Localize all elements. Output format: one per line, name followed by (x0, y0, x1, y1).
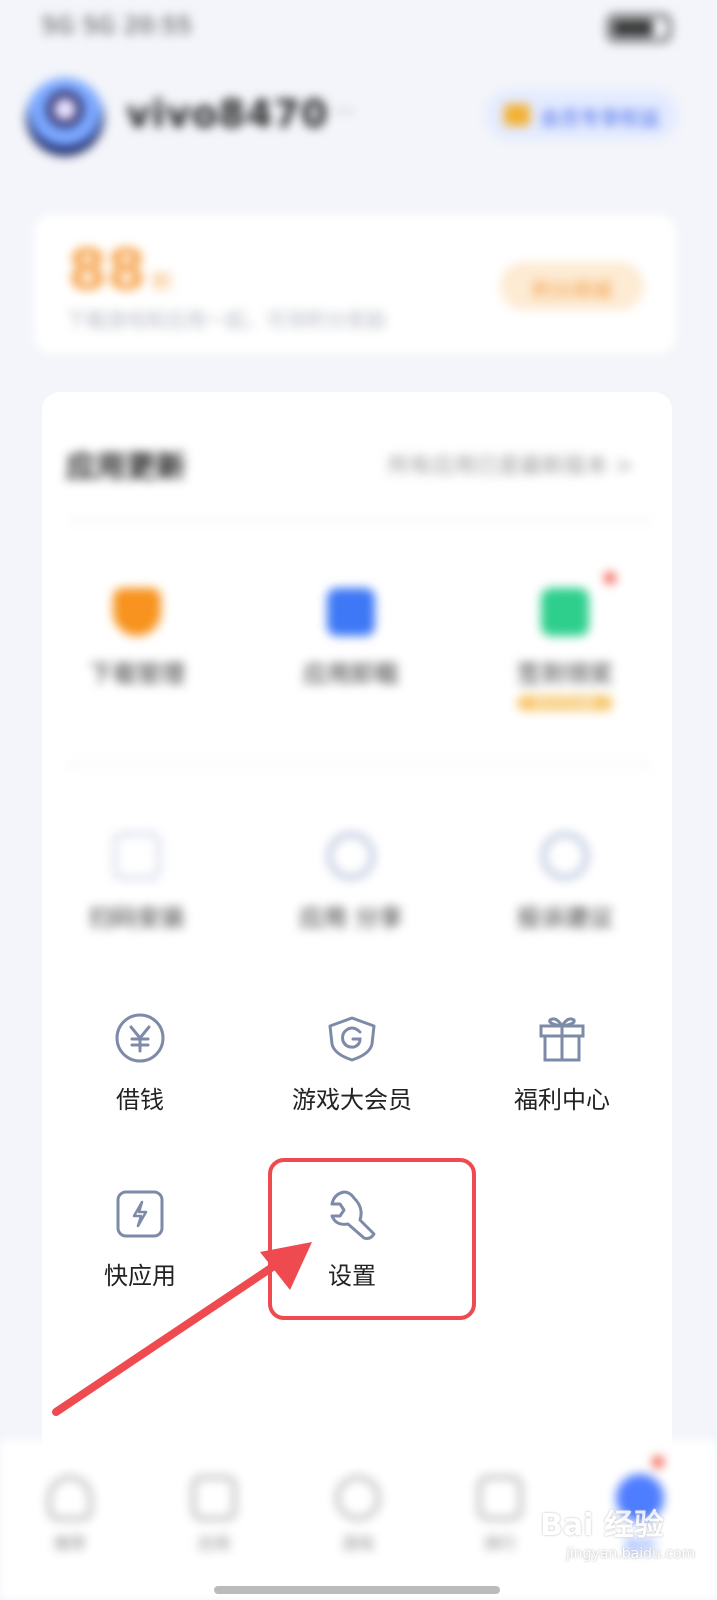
watermark-url: jingyan.baidu.com (566, 1546, 696, 1562)
heart-icon (48, 1476, 92, 1520)
points-card: 88 积 下载游戏和应用一起，可领积分奖励 积分商城 (34, 214, 676, 354)
tab-label: 排行 (483, 1534, 516, 1553)
download-icon (113, 588, 161, 636)
avatar[interactable] (26, 78, 104, 156)
vip-icon (504, 104, 530, 126)
trash-icon (327, 588, 375, 636)
apps-icon (192, 1476, 236, 1520)
tab-label: 推荐 (53, 1534, 86, 1553)
grid-label: 应用卸载 (303, 660, 399, 688)
download-manager[interactable]: 下载管理 (42, 588, 232, 689)
tab-games[interactable]: 游戏 (318, 1476, 398, 1554)
battery-icon (607, 14, 671, 42)
apps-section: 应用更新 所有应用已是最新版本 > 下载管理 应用卸载 签到领奖 积分可兑换 扫… (42, 392, 672, 952)
tab-recommend[interactable]: 推荐 (30, 1476, 110, 1554)
gift-icon (541, 588, 589, 636)
app-share[interactable]: 应用 分享 (256, 832, 446, 933)
vip-button-label: 会员专享权益 (540, 106, 660, 130)
gamepad-icon (336, 1476, 380, 1520)
home-indicator (214, 1586, 500, 1594)
section-title: 应用更新 (66, 450, 186, 485)
tab-apps[interactable]: 应用 (174, 1476, 254, 1554)
menu-label: 游戏大会员 (292, 1086, 412, 1114)
tab-rank[interactable]: 排行 (460, 1476, 540, 1554)
yen-icon (115, 1013, 165, 1063)
app-uninstall[interactable]: 应用卸载 (256, 588, 446, 689)
divider (66, 520, 652, 522)
points-mall-label: 积分商城 (532, 278, 612, 302)
pointer-arrow (52, 1242, 312, 1416)
grid-label: 投诉建议 (517, 904, 613, 932)
tab-label: 游戏 (341, 1534, 374, 1553)
chat-icon (541, 832, 589, 880)
username-more: ··· (334, 100, 355, 125)
points-unit: 积 (152, 270, 172, 294)
menu-item-borrow[interactable]: 借钱 (30, 1010, 250, 1115)
vip-button[interactable]: 会员专享权益 (486, 90, 678, 140)
grid-label: 签到领奖 (517, 660, 613, 688)
game-g-icon (328, 1016, 376, 1062)
menu-item-welfare[interactable]: 福利中心 (452, 1010, 672, 1115)
grid-label: 下载管理 (89, 660, 185, 688)
grid-label: 应用 分享 (299, 904, 403, 932)
grid-label: 扫码安装 (89, 904, 185, 932)
watermark: Bai 经验 (540, 1508, 664, 1543)
status-left-text: 5G 5G 20:55 (42, 14, 193, 39)
status-bar: 5G 5G 20:55 (0, 0, 717, 60)
gift-box-icon (539, 1017, 585, 1062)
divider (66, 764, 652, 766)
username[interactable]: vivo8470 (126, 92, 328, 136)
qr-icon (113, 832, 161, 880)
menu-item-game-vip[interactable]: 游戏大会员 (242, 1010, 462, 1115)
rank-icon (478, 1476, 522, 1520)
notification-dot (652, 1456, 664, 1468)
points-mall-button[interactable]: 积分商城 (500, 262, 644, 310)
section-link[interactable]: 所有应用已是最新版本 > (388, 448, 633, 480)
menu-label: 借钱 (116, 1086, 164, 1114)
points-value: 88 (68, 238, 146, 303)
sync-icon (327, 832, 375, 880)
notification-dot (604, 572, 616, 584)
feedback[interactable]: 投诉建议 (470, 832, 660, 933)
sign-in-reward[interactable]: 签到领奖 积分可兑换 (470, 588, 660, 711)
menu-label: 福利中心 (514, 1086, 610, 1114)
tab-label: 应用 (197, 1534, 230, 1553)
scan-install[interactable]: 扫码安装 (42, 832, 232, 933)
points-description: 下载游戏和应用一起，可领积分奖励 (66, 308, 386, 332)
reward-badge: 积分可兑换 (517, 695, 613, 711)
